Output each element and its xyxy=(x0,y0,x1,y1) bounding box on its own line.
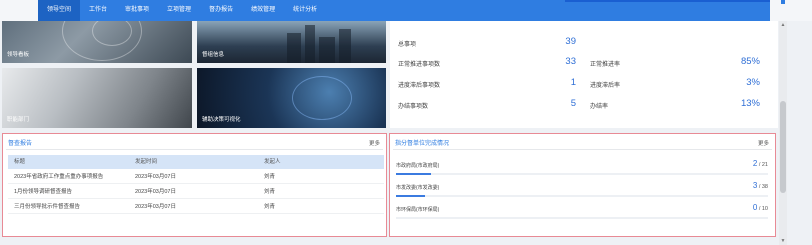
stat-value-normal-count: 33 xyxy=(565,56,576,67)
tile-functional-departments[interactable]: 职能部门 xyxy=(2,68,192,128)
scroll-down-arrow-icon[interactable]: ▼ xyxy=(779,237,787,245)
table-row[interactable]: 1月份领导调研督查报告 2023年03月07日 刘青 xyxy=(8,186,384,199)
scroll-thumb[interactable] xyxy=(780,101,786,193)
top-bar: 领导空间 工作台 审批事项 立项管理 督办报告 绩效管理 统计分析 xyxy=(0,0,812,21)
report-panel: 督查报告 更多 标题 发起时间 发起人 2023年省政府工作重点重办事项报告 2… xyxy=(2,133,387,237)
list-item[interactable]: 市环保局(市环保局) 0 / 10 xyxy=(396,202,770,224)
report-more-link[interactable]: 更多 xyxy=(369,139,380,147)
nav-highlight-bar xyxy=(565,0,770,2)
unit-count: 2 / 21 xyxy=(753,159,768,168)
decor-arc xyxy=(292,76,352,120)
page-scrollbar[interactable]: ▲ ▼ xyxy=(779,21,787,245)
row-author: 刘青 xyxy=(264,189,276,195)
progress-fill xyxy=(396,195,426,197)
stat-label-delayed-count: 进度滞后事项数 xyxy=(398,83,441,89)
progress-fill xyxy=(396,173,432,175)
stat-value-normal-rate: 85% xyxy=(740,56,760,67)
unit-label: 市环保局(市环保局) xyxy=(396,207,440,213)
stats-panel: 总事项 39 正常推进事项数 33 正常推进率 85% 进度滞后事项数 1 进度… xyxy=(390,21,778,128)
scroll-top-marker xyxy=(781,0,785,4)
unit-label: 市政府局(市政府局) xyxy=(396,163,440,169)
decor-building xyxy=(339,29,351,63)
stat-label-total: 总事项 xyxy=(398,42,417,48)
tile-decision-visualization[interactable]: 辅助决策可视化 xyxy=(197,68,386,128)
total-count: / 38 xyxy=(758,184,768,190)
table-row[interactable]: 三月份领导批示件督查报告 2023年03月07日 刘青 xyxy=(8,201,384,214)
tile-caption: 督组信息 xyxy=(202,52,225,58)
tile-caption: 领导看板 xyxy=(7,52,30,58)
done-count: 3 xyxy=(752,181,758,190)
tile-caption: 职能部门 xyxy=(7,117,30,123)
unit-count: 3 / 38 xyxy=(753,181,768,190)
scroll-up-arrow-icon[interactable]: ▲ xyxy=(779,21,787,29)
nav-item-performance[interactable]: 绩效管理 xyxy=(242,0,284,21)
unit-label: 市发改委(市发改委) xyxy=(396,185,440,191)
row-date: 2023年03月07日 xyxy=(135,174,176,180)
stat-label-normal-rate: 正常推进率 xyxy=(590,62,621,68)
list-item[interactable]: 市发改委(市发改委) 3 / 38 xyxy=(396,180,770,202)
column-header-title: 标题 xyxy=(14,159,26,165)
tile-leader-board[interactable]: 领导看板 xyxy=(2,21,192,63)
stat-value-total: 39 xyxy=(565,36,576,47)
unit-count: 0 / 10 xyxy=(753,203,768,212)
tile-supervision-group[interactable]: 督组信息 xyxy=(197,21,386,63)
divider xyxy=(6,149,383,150)
total-count: / 21 xyxy=(758,162,768,168)
nav-item-approvals[interactable]: 审批事项 xyxy=(116,0,158,21)
column-header-date: 发起时间 xyxy=(135,159,158,165)
progress-track xyxy=(396,195,768,197)
stat-value-delayed-rate: 3% xyxy=(746,77,760,88)
row-title[interactable]: 三月份领导批示件督查报告 xyxy=(14,201,80,214)
stat-label-closed-rate: 办结率 xyxy=(590,104,609,110)
column-header-author: 发起人 xyxy=(264,159,281,165)
table-row[interactable]: 2023年省政府工作重点重办事项报告 2023年03月07日 刘青 xyxy=(8,171,384,184)
nav-item-statistics[interactable]: 统计分析 xyxy=(284,0,326,21)
list-item[interactable]: 市政府局(市政府局) 2 / 21 xyxy=(396,158,770,180)
decor-building xyxy=(305,25,315,63)
decor-building xyxy=(287,33,301,63)
stat-value-closed-rate: 13% xyxy=(740,98,760,109)
divider xyxy=(393,149,772,150)
progress-track xyxy=(396,217,768,219)
done-count: 0 xyxy=(752,203,758,212)
row-author: 刘青 xyxy=(264,174,276,180)
stat-label-closed-count: 办结事项数 xyxy=(398,104,429,110)
stat-label-normal-count: 正常推进事项数 xyxy=(398,62,441,68)
stat-label-delayed-rate: 进度滞后率 xyxy=(590,83,621,89)
row-date: 2023年03月07日 xyxy=(135,204,176,210)
stat-value-delayed-count: 1 xyxy=(570,77,576,88)
row-date: 2023年03月07日 xyxy=(135,189,176,195)
row-title[interactable]: 1月份领导调研督查报告 xyxy=(14,186,72,199)
main-nav: 领导空间 工作台 审批事项 立项管理 督办报告 绩效管理 统计分析 xyxy=(38,0,770,21)
completion-panel: 指分督单位完成情况 更多 市政府局(市政府局) 2 / 21 市发改委(市发改委… xyxy=(389,133,776,237)
progress-track xyxy=(396,173,768,175)
nav-item-workbench[interactable]: 工作台 xyxy=(80,0,116,21)
report-table-header: 标题 发起时间 发起人 xyxy=(8,155,384,169)
stat-value-closed-count: 5 xyxy=(570,98,576,109)
nav-item-leader-space[interactable]: 领导空间 xyxy=(38,0,81,21)
decor-building xyxy=(319,37,335,63)
done-count: 2 xyxy=(752,159,758,168)
total-count: / 10 xyxy=(758,206,768,212)
row-title[interactable]: 2023年省政府工作重点重办事项报告 xyxy=(14,171,103,184)
nav-item-project-mgmt[interactable]: 立项管理 xyxy=(158,0,200,21)
completion-more-link[interactable]: 更多 xyxy=(758,139,769,147)
tile-caption: 辅助决策可视化 xyxy=(202,117,241,123)
row-author: 刘青 xyxy=(264,204,276,210)
nav-item-supervision-report[interactable]: 督办报告 xyxy=(200,0,242,21)
